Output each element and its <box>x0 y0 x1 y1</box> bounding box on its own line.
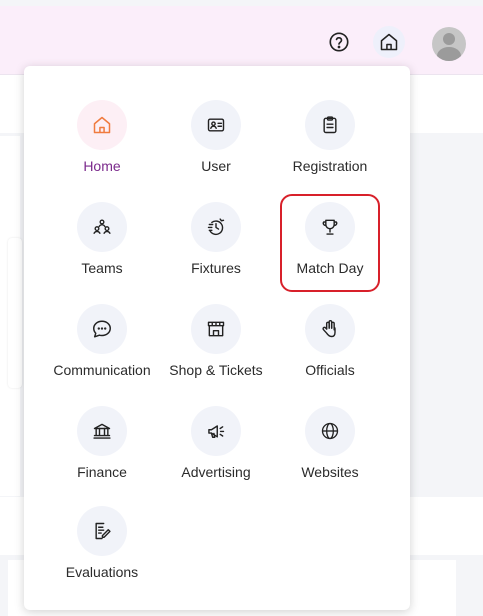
help-circle-icon[interactable] <box>326 29 352 55</box>
menu-item-label: Fixtures <box>191 260 241 276</box>
menu-item-communication[interactable]: Communication <box>45 300 159 384</box>
people-group-icon <box>77 202 127 252</box>
menu-item-label: Officials <box>305 362 355 378</box>
raised-hand-icon <box>305 304 355 354</box>
menu-item-label: Evaluations <box>65 564 139 580</box>
menu-item-websites[interactable]: Websites <box>273 402 387 486</box>
menu-item-label: Websites <box>301 464 359 480</box>
storefront-icon <box>191 304 241 354</box>
menu-item-label: Registration <box>292 158 368 174</box>
edit-document-icon <box>77 506 127 556</box>
menu-item-label: Home <box>83 158 121 174</box>
menu-item-label: Finance <box>77 464 127 480</box>
menu-item-label: Shop & Tickets <box>169 362 263 378</box>
bank-icon <box>77 406 127 456</box>
fixtures-cycle-icon <box>191 202 241 252</box>
clipboard-icon <box>305 100 355 150</box>
menu-item-registration[interactable]: Registration <box>273 96 387 180</box>
top-bar <box>0 6 483 75</box>
menu-item-officials[interactable]: Officials <box>273 300 387 384</box>
page-left-card <box>8 238 22 388</box>
menu-item-shop-tickets[interactable]: Shop & Tickets <box>159 300 273 384</box>
app-launcher-menu: Home User Registration Teams Fixtures Ma… <box>24 66 410 610</box>
home-icon[interactable] <box>373 26 405 58</box>
menu-item-fixtures[interactable]: Fixtures <box>159 198 273 282</box>
match-day-highlight-box <box>280 194 380 292</box>
globe-icon <box>305 406 355 456</box>
menu-item-label: Teams <box>81 260 123 276</box>
megaphone-icon <box>191 406 241 456</box>
menu-item-home[interactable]: Home <box>45 96 159 180</box>
menu-item-label: Advertising <box>181 464 251 480</box>
menu-item-teams[interactable]: Teams <box>45 198 159 282</box>
menu-item-evaluations[interactable]: Evaluations <box>45 502 159 586</box>
menu-item-label: User <box>201 158 231 174</box>
avatar[interactable] <box>432 27 466 61</box>
menu-item-advertising[interactable]: Advertising <box>159 402 273 486</box>
home-icon <box>77 100 127 150</box>
id-card-icon <box>191 100 241 150</box>
menu-item-user[interactable]: User <box>159 96 273 180</box>
menu-item-finance[interactable]: Finance <box>45 402 159 486</box>
chat-bubble-icon <box>77 304 127 354</box>
menu-item-label: Communication <box>53 362 151 378</box>
